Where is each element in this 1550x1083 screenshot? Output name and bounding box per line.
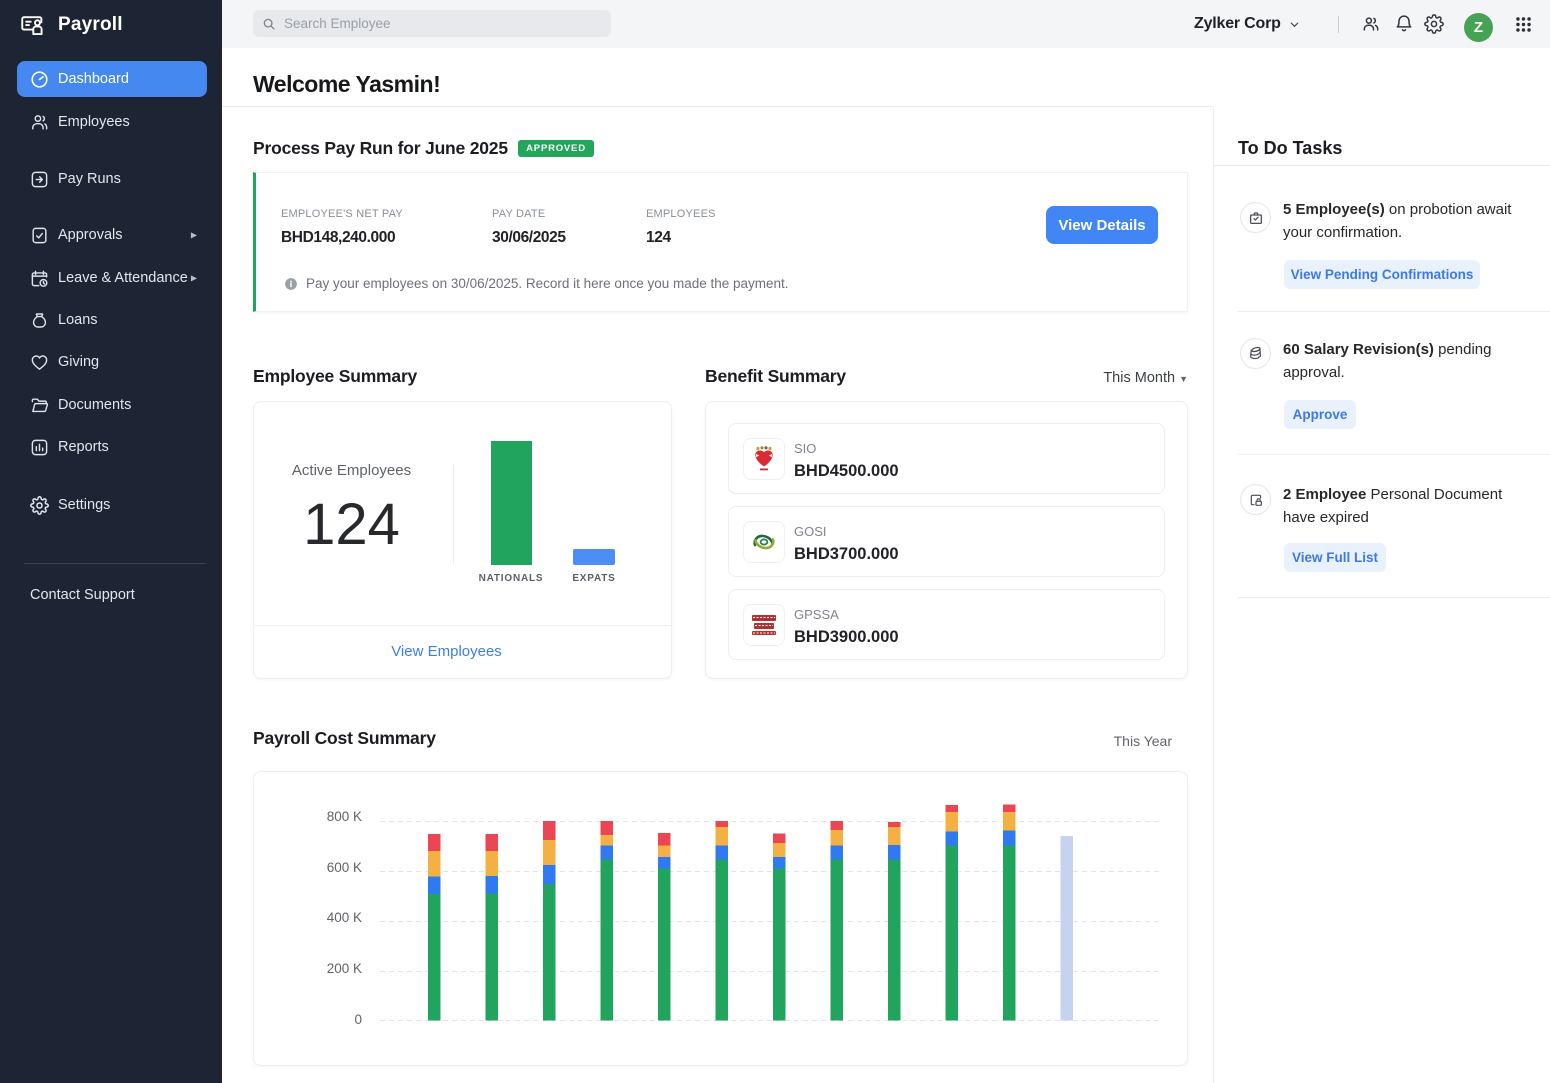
svg-text:400 K: 400 K [327, 910, 362, 925]
svg-text:0: 0 [354, 1012, 362, 1027]
svg-text:800 K: 800 K [327, 809, 362, 824]
svg-text:600 K: 600 K [327, 860, 362, 875]
svg-text:200 K: 200 K [327, 961, 362, 976]
